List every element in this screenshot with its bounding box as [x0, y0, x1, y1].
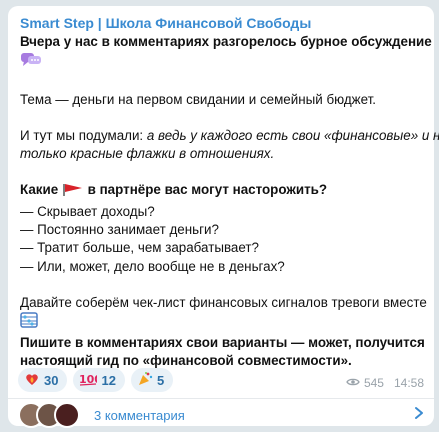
list-item: — Или, может, дело вообще не в деньгах?: [20, 258, 285, 274]
chat-bubble-icon: [20, 51, 42, 72]
post-question: Какие в партнёре вас могут насторожить?: [20, 181, 422, 202]
post-thought-2: только красные флажки в отношениях.: [20, 146, 275, 162]
headline-text: Вчера у нас в комментариях разгорелось б…: [20, 34, 432, 49]
views-counter: 545: [346, 376, 384, 390]
eye-icon: [346, 376, 360, 390]
post-checklist: Давайте соберём чек-лист финансовых сигн…: [20, 294, 427, 310]
reaction-hundred[interactable]: 100 12: [73, 368, 125, 392]
reaction-count: 12: [101, 372, 116, 388]
views-count: 545: [363, 376, 384, 390]
question-a: Какие: [20, 182, 59, 198]
heart-fire-icon: [24, 371, 40, 390]
reaction-count: 30: [44, 372, 59, 388]
reaction-count: 5: [156, 372, 165, 388]
list-item: — Скрывает доходы?: [20, 203, 155, 219]
comments-button[interactable]: 3 комментария: [18, 402, 424, 428]
post-time: 14:58: [393, 376, 424, 390]
thought-italic-1: а ведь у каждого есть свои «финансовые» …: [146, 127, 439, 143]
post-headline: Вчера у нас в комментариях разгорелось б…: [20, 33, 432, 51]
list-item: — Постоянно занимает деньги?: [20, 222, 219, 238]
red-flag-icon: [62, 183, 84, 202]
list-item: — Тратит больше, чем зарабатывает?: [20, 240, 259, 256]
post-topic: Тема — деньги на первом свидании и семей…: [20, 91, 377, 107]
checklist-emoji-row: [20, 312, 422, 333]
commenter-avatars: [18, 402, 80, 428]
hundred-icon: 100: [79, 372, 102, 389]
post-thought-1: И тут мы подумали: а ведь у каждого есть…: [20, 127, 439, 145]
question-b: в партнёре вас могут насторожить?: [87, 182, 328, 198]
abacus-icon: [20, 312, 38, 333]
chevron-right-icon: [414, 406, 424, 425]
reactions-bar: 30 100 12 5: [18, 368, 174, 392]
post-meta: 545 14:58: [346, 376, 424, 390]
avatar: [54, 402, 80, 428]
thought-prefix: И тут мы подумали:: [20, 127, 147, 143]
comments-label: 3 комментария: [94, 407, 185, 423]
channel-title[interactable]: Smart Step | Школа Финансовой Свободы: [20, 14, 422, 32]
post-bubble: Smart Step | Школа Финансовой Свободы Вч…: [8, 6, 439, 428]
reaction-party[interactable]: 5: [130, 368, 174, 392]
reaction-heart-fire[interactable]: 30: [18, 368, 68, 392]
comments-divider: [8, 398, 434, 399]
chat-bubble-emoji-row: [20, 51, 422, 72]
party-popper-icon: [137, 371, 153, 390]
post-cta-1: Пишите в комментариях свои варианты — мо…: [20, 334, 425, 350]
